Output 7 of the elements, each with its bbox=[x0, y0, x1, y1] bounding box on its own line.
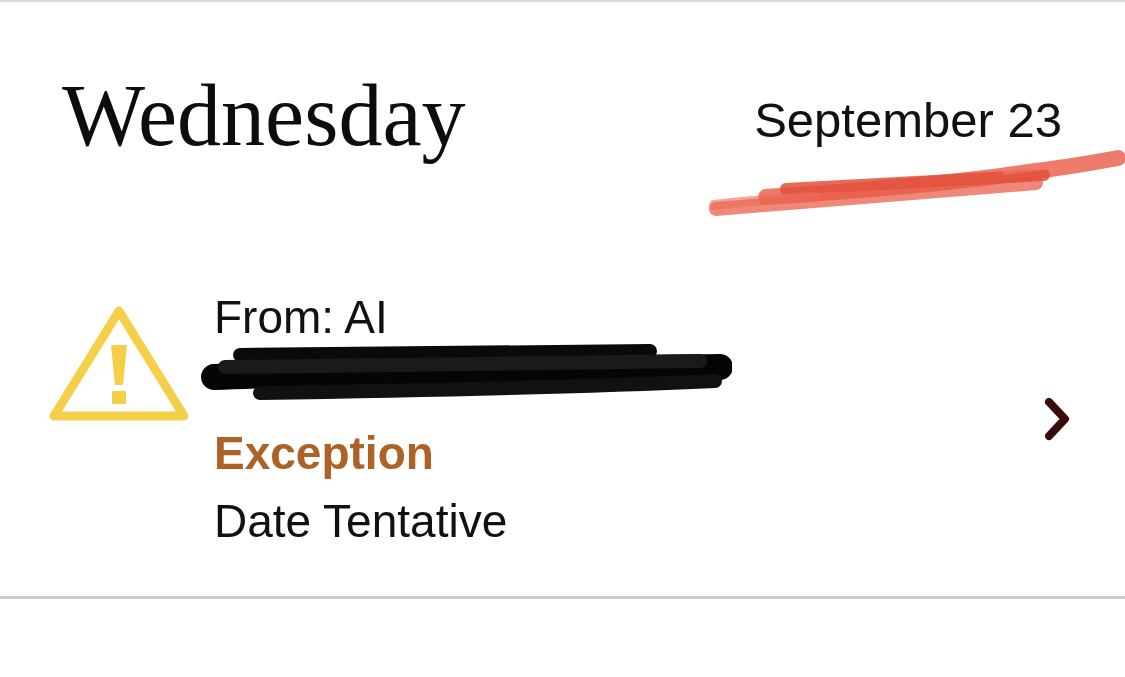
shipment-row[interactable]: From: AI Exception Date Tentative bbox=[0, 227, 1125, 599]
sender-text: From: AI bbox=[214, 290, 388, 345]
detail-text: Date Tentative bbox=[214, 494, 508, 549]
status-text: Exception bbox=[214, 426, 434, 481]
date-label: September 23 bbox=[754, 96, 1062, 145]
chevron-right-icon[interactable] bbox=[1044, 397, 1070, 441]
warning-icon bbox=[48, 305, 190, 422]
